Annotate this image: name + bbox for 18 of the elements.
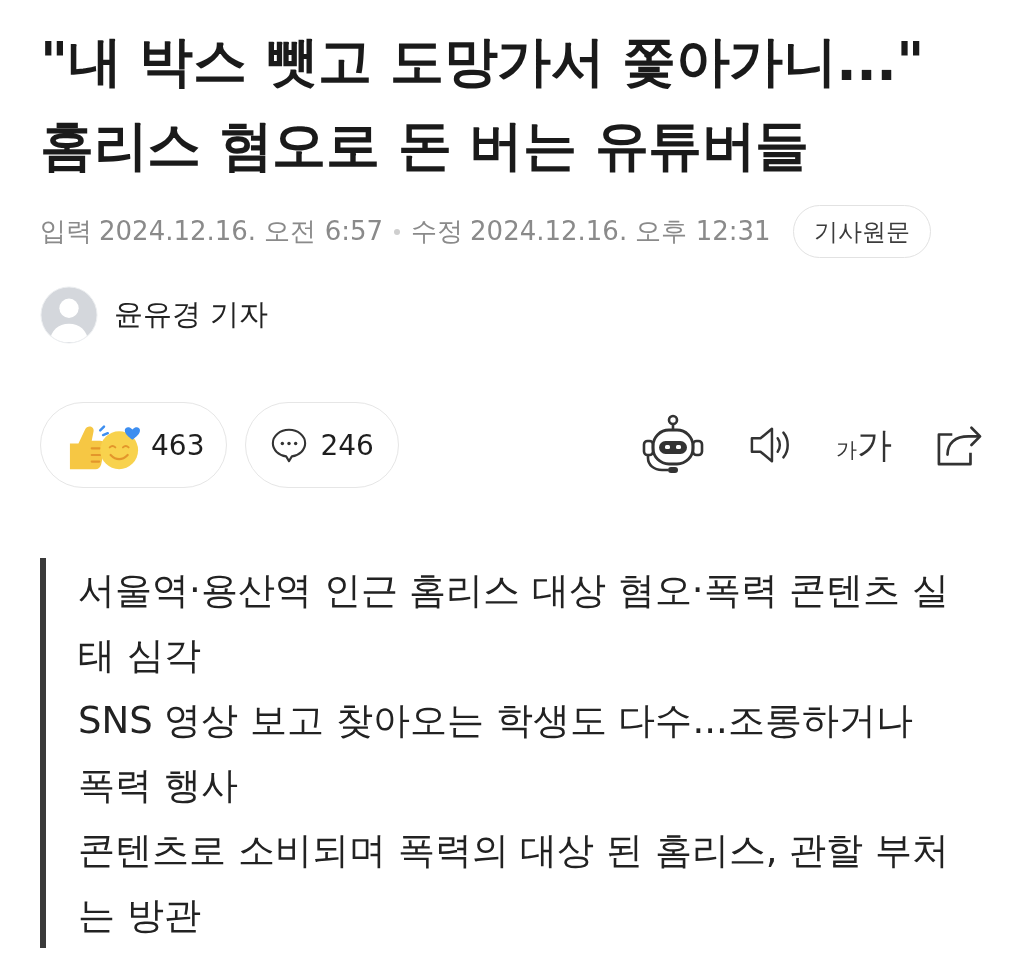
- timestamp-value: 2024.12.16. 오후 12:31: [470, 215, 771, 248]
- reaction-button[interactable]: 463: [40, 402, 228, 488]
- font-size-button[interactable]: 가가: [836, 421, 892, 469]
- article-headline: "내 박스 뺏고 도망가서 쫓아가니..." 홈리스 혐오로 돈 버는 유튜버들: [40, 29, 925, 179]
- summary-text: SNS 영상 보고 찾아오는 학생도 다수...조롱하거나 폭력 행사: [78, 698, 914, 809]
- timestamp-label: 수정: [411, 215, 464, 248]
- robot-icon: [640, 414, 706, 476]
- timestamp-value: 2024.12.16. 오전 6:57: [99, 215, 384, 248]
- speech-bubble-icon: [270, 426, 309, 464]
- separator-dot-icon: [394, 228, 401, 235]
- summary-text: 서울역·용산역 인근 홈리스 대상 혐오·폭력 콘텐츠 실태 심각: [78, 568, 951, 679]
- summary-text: 콘텐츠로 소비되며 폭력의 대상 된 홈리스, 관할 부처는 방관: [78, 828, 951, 939]
- comment-button[interactable]: 246: [245, 402, 399, 488]
- timestamp-label: 입력: [40, 215, 92, 248]
- original-article-button[interactable]: 기사원문: [792, 205, 931, 258]
- avatar-silhouette-icon: [40, 286, 98, 344]
- reporter-name[interactable]: 윤유경 기자: [114, 295, 269, 335]
- summary-bot-button[interactable]: [640, 414, 706, 476]
